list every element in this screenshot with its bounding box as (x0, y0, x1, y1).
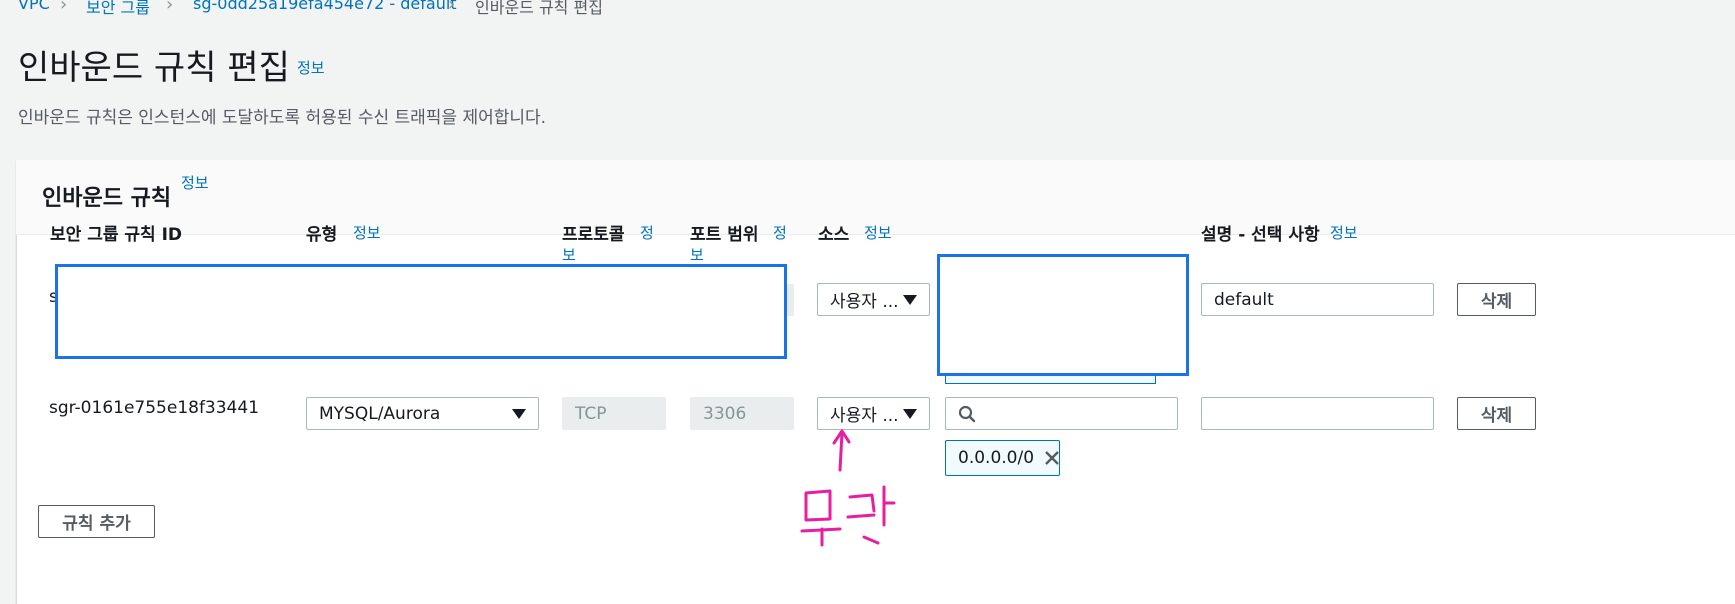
row1-description-input[interactable]: default (1201, 283, 1434, 316)
row2-source-search-input[interactable] (945, 397, 1178, 430)
cidr-token: 0.0.0.0/0 (945, 440, 1060, 476)
row2-port-value: 3306 (703, 403, 747, 424)
column-header-source: 소스 (818, 225, 850, 245)
source-info-link[interactable]: 정보 (864, 222, 892, 243)
breadcrumb-security-groups[interactable]: 보안 그룹 (86, 0, 150, 18)
redaction-box (55, 264, 787, 359)
description-info-link[interactable]: 정보 (1330, 222, 1358, 243)
column-header-type: 유형 (306, 225, 338, 245)
row2-rule-id: sgr-0161e755e18f33441 (49, 398, 260, 418)
breadcrumb-separator-icon: › (60, 0, 68, 15)
page-description: 인바운드 규칙은 인스턴스에 도달하도록 허용된 수신 트래픽을 제어합니다. (18, 108, 547, 128)
panel-info-link[interactable]: 정보 (181, 172, 209, 193)
breadcrumb-vpc[interactable]: VPC (18, 0, 50, 13)
breadcrumb-separator-icon: › (166, 0, 174, 15)
row2-delete-button[interactable]: 삭제 (1457, 397, 1536, 430)
page-info-link[interactable]: 정보 (297, 57, 325, 78)
protocol-info-link-wrap[interactable]: 보 (562, 244, 576, 265)
port-info-link-wrap[interactable]: 보 (690, 244, 704, 265)
caret-down-icon (903, 408, 917, 419)
protocol-info-link[interactable]: 정 (640, 222, 654, 243)
panel-title: 인바운드 규칙 (42, 186, 172, 211)
search-icon (958, 405, 976, 422)
handwritten-annotation (800, 429, 896, 547)
row2-description-input[interactable] (1201, 397, 1434, 430)
row2-type-select[interactable]: MYSQL/Aurora (306, 397, 539, 430)
port-info-link[interactable]: 정 (773, 222, 787, 243)
redaction-box (937, 254, 1189, 376)
row2-port-range-field: 3306 (690, 397, 794, 430)
caret-down-icon (512, 408, 526, 419)
caret-down-icon (903, 294, 917, 305)
breadcrumb-current: 인바운드 규칙 편집 (475, 0, 603, 17)
row1-description-value: default (1214, 289, 1274, 310)
row2-type-value: MYSQL/Aurora (319, 403, 441, 424)
type-info-link[interactable]: 정보 (353, 222, 381, 243)
row2-protocol-field: TCP (562, 397, 666, 430)
cidr-token-label: 0.0.0.0/0 (958, 448, 1035, 468)
page-title: 인바운드 규칙 편집 (18, 48, 290, 88)
add-rule-button[interactable]: 규칙 추가 (38, 505, 155, 538)
column-header-port-range: 포트 범위 (690, 225, 759, 245)
column-header-protocol: 프로토콜 (562, 225, 625, 245)
row2-protocol-value: TCP (575, 403, 607, 424)
breadcrumb-separator-icon: › (448, 0, 456, 15)
row1-source-type-value: 사용자 ... (830, 292, 899, 312)
breadcrumb-security-group[interactable]: sg-0dd25a19efa454e72 - default (193, 0, 457, 13)
column-header-description: 설명 - 선택 사항 (1201, 225, 1320, 245)
close-icon[interactable] (1044, 450, 1060, 466)
row1-source-type-select[interactable]: 사용자 ... (817, 283, 930, 316)
row2-source-type-value: 사용자 ... (830, 406, 899, 426)
row1-delete-button[interactable]: 삭제 (1457, 283, 1536, 316)
column-header-rule-id: 보안 그룹 규칙 ID (50, 225, 183, 245)
